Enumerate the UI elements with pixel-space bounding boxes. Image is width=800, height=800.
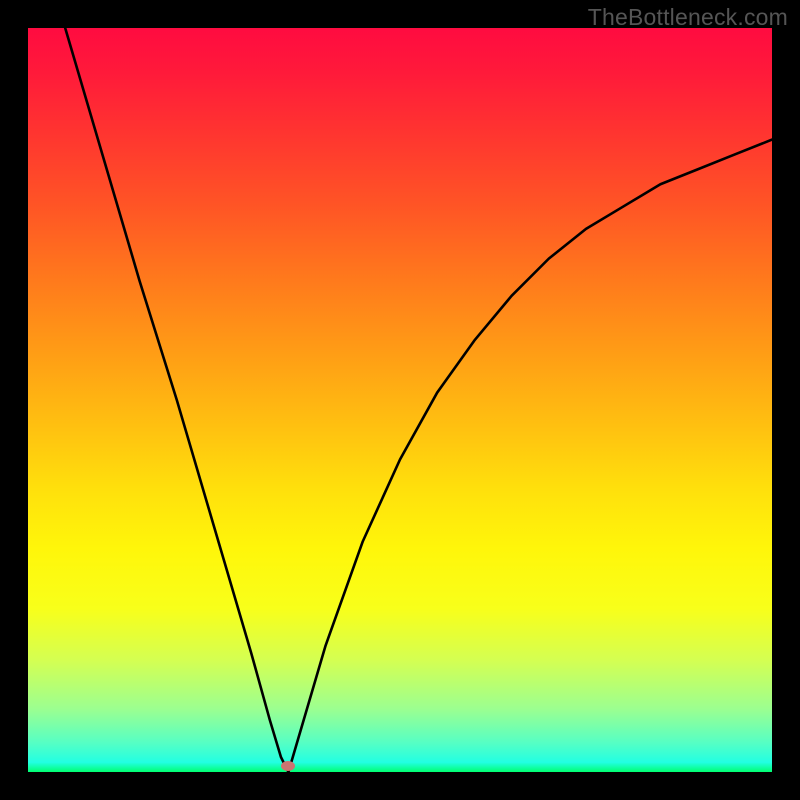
optimum-marker — [281, 761, 295, 771]
bottleneck-curve — [65, 28, 772, 772]
watermark-text: TheBottleneck.com — [588, 4, 788, 31]
chart-frame: TheBottleneck.com — [0, 0, 800, 800]
curve-svg — [28, 28, 772, 772]
plot-area — [28, 28, 772, 772]
